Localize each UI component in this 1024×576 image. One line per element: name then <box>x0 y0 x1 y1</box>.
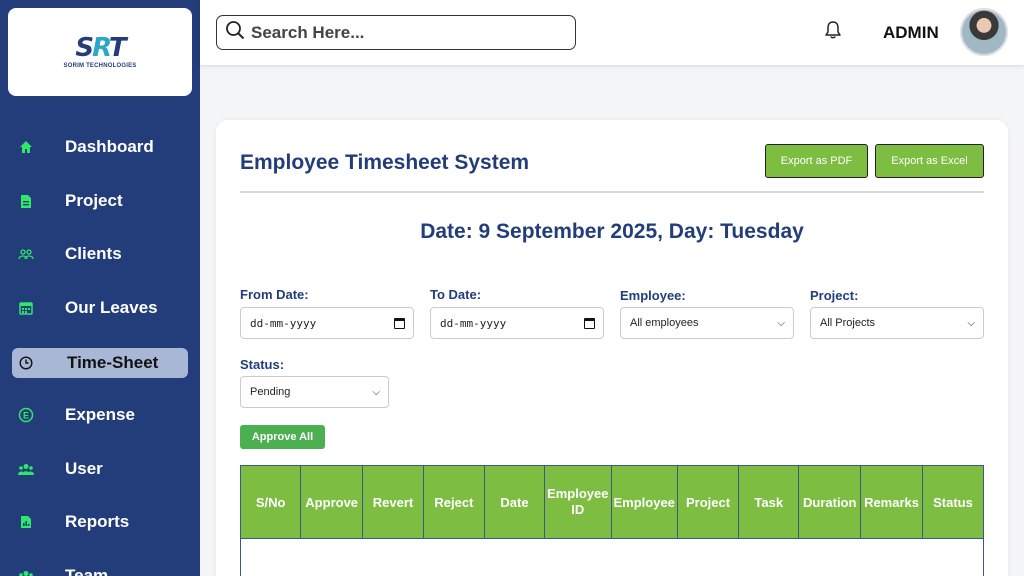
sidebar-item-label: Time-Sheet <box>67 353 159 372</box>
home-icon <box>18 139 34 155</box>
sidebar-item-expense[interactable]: E Expense <box>12 400 188 430</box>
column-header[interactable]: Remarks <box>860 465 923 539</box>
user-name[interactable]: ADMIN <box>883 23 939 43</box>
search-box[interactable] <box>216 15 576 50</box>
column-header[interactable]: Approve <box>300 465 364 539</box>
company-name: SORIM TECHNOLOGIES <box>63 63 137 69</box>
company-logo[interactable]: SRT SORIM TECHNOLOGIES <box>8 8 192 96</box>
chevron-down-icon: ⌵ <box>967 317 975 329</box>
search-icon <box>225 20 245 45</box>
project-label: Project: <box>810 288 859 303</box>
sidebar-item-our-leaves[interactable]: Our Leaves <box>12 293 188 323</box>
top-header: ADMIN <box>200 0 1024 66</box>
from-date-value: dd-mm-yyyy <box>250 316 317 330</box>
column-header[interactable]: Employee <box>610 465 678 539</box>
status-label: Status: <box>240 357 285 372</box>
status-select[interactable]: Pending ⌵ <box>240 376 389 408</box>
sidebar-item-label: Expense <box>65 405 135 424</box>
to-date-input[interactable]: dd-mm-yyyy <box>430 307 604 339</box>
employee-select-value: All employees <box>630 317 699 329</box>
sidebar-item-team[interactable]: Team <box>12 561 188 576</box>
timesheet-card: Employee Timesheet System Export as PDF … <box>216 120 1008 576</box>
clock-icon <box>18 355 34 371</box>
column-header[interactable]: Project <box>676 465 740 539</box>
table-empty-row <box>240 538 984 576</box>
export-pdf-button[interactable]: Export as PDF <box>765 144 868 178</box>
column-header[interactable]: Task <box>738 465 800 539</box>
calendar-icon <box>18 300 34 316</box>
from-date-label: From Date: <box>240 287 309 302</box>
current-date: Date: 9 September 2025, Day: Tuesday <box>420 220 804 243</box>
report-icon <box>18 514 34 530</box>
sidebar-item-user[interactable]: User <box>12 454 188 484</box>
sidebar-item-label: Our Leaves <box>65 298 158 317</box>
sidebar-item-label: Dashboard <box>65 137 154 156</box>
status-select-value: Pending <box>250 386 291 398</box>
calendar-icon[interactable] <box>394 317 405 329</box>
sidebar-item-clients[interactable]: Clients <box>12 239 188 269</box>
column-header[interactable]: Date <box>483 465 546 539</box>
from-date-input[interactable]: dd-mm-yyyy <box>240 307 414 339</box>
sidebar-item-project[interactable]: Project <box>12 186 188 216</box>
sidebar-item-time-sheet[interactable]: Time-Sheet <box>12 348 188 378</box>
clients-icon <box>18 246 34 262</box>
column-header[interactable]: Reject <box>423 465 485 539</box>
column-header[interactable]: Revert <box>362 465 424 539</box>
column-header[interactable]: S/No <box>239 465 302 539</box>
approve-all-button[interactable]: Approve All <box>240 425 325 449</box>
project-select[interactable]: All Projects ⌵ <box>810 307 984 339</box>
employee-label: Employee: <box>620 288 686 303</box>
bell-icon[interactable] <box>824 20 842 45</box>
logo-mark: SRT <box>75 33 126 63</box>
column-header[interactable]: Employee ID <box>544 465 612 539</box>
table-header-row: S/No Approve Revert Reject Date Employee… <box>239 465 985 539</box>
to-date-value: dd-mm-yyyy <box>440 316 507 330</box>
sidebar-item-reports[interactable]: Reports <box>12 507 188 537</box>
sidebar-item-dashboard[interactable]: Dashboard <box>12 132 188 162</box>
employee-select[interactable]: All employees ⌵ <box>620 307 794 339</box>
sidebar-item-label: Reports <box>65 512 130 531</box>
chevron-down-icon: ⌵ <box>777 317 785 329</box>
divider <box>240 191 984 193</box>
chevron-down-icon: ⌵ <box>372 386 380 398</box>
sidebar: SRT SORIM TECHNOLOGIES Dashboard Project… <box>0 0 200 576</box>
search-input[interactable] <box>251 22 551 43</box>
expense-icon: E <box>18 407 34 423</box>
page-title: Employee Timesheet System <box>240 151 530 174</box>
table-empty-cell <box>240 538 984 576</box>
sidebar-item-label: Project <box>65 191 123 210</box>
sidebar-item-label: Team <box>65 566 109 576</box>
users-icon <box>18 461 34 477</box>
calendar-icon[interactable] <box>584 317 595 329</box>
column-header[interactable]: Status <box>921 465 985 539</box>
column-header[interactable]: Duration <box>798 465 862 539</box>
timesheet-table: S/No Approve Revert Reject Date Employee… <box>239 465 985 576</box>
sidebar-item-label: Clients <box>65 244 122 263</box>
svg-text:E: E <box>23 411 29 421</box>
sidebar-item-label: User <box>65 459 103 478</box>
team-icon <box>18 568 34 576</box>
document-icon <box>18 193 34 209</box>
avatar[interactable] <box>960 8 1008 56</box>
export-excel-button[interactable]: Export as Excel <box>875 144 984 178</box>
project-select-value: All Projects <box>820 317 876 329</box>
to-date-label: To Date: <box>430 287 482 302</box>
